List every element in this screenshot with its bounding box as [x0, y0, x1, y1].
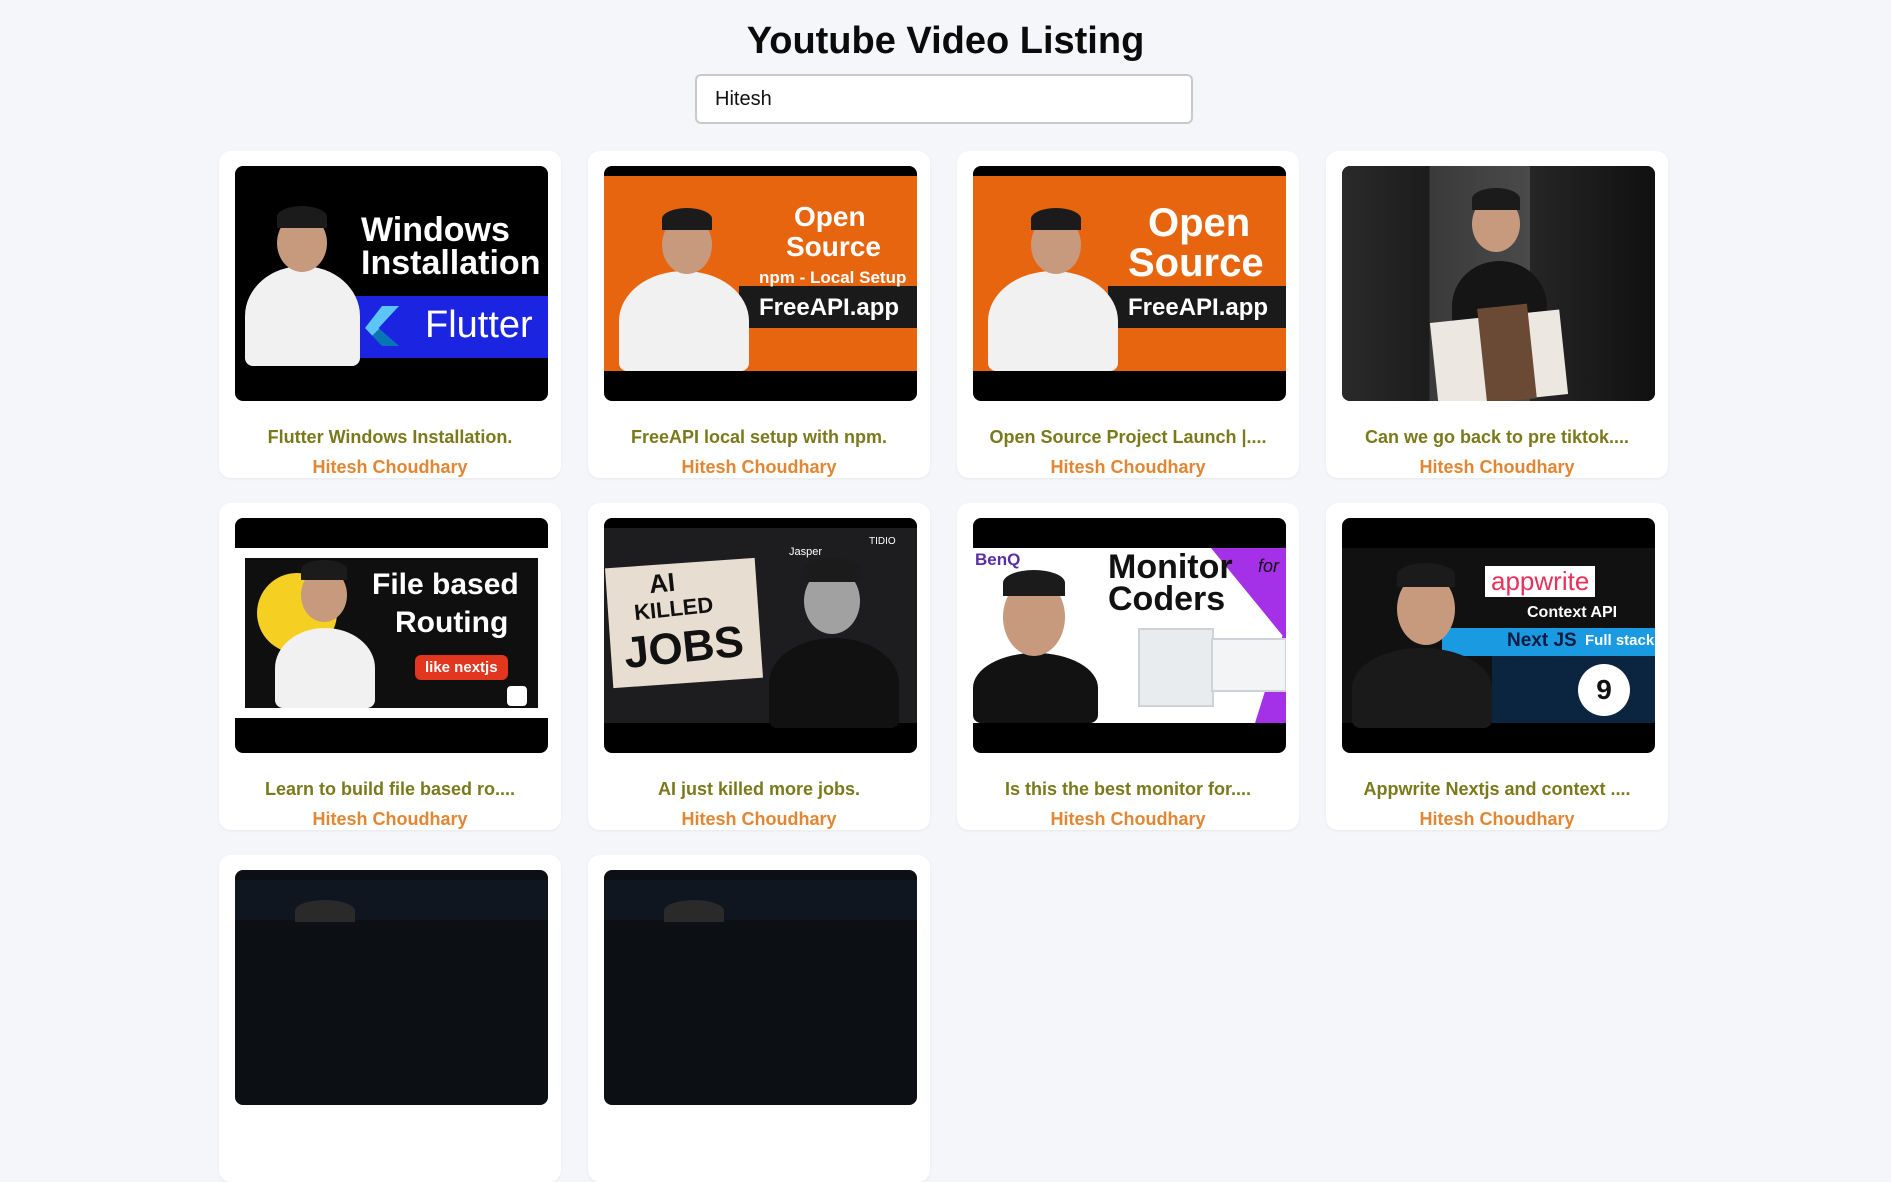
video-title[interactable]: AI just killed more jobs. — [588, 779, 930, 800]
video-grid: Windows Installation Flutter Flutter Win… — [219, 151, 1671, 1182]
video-title[interactable]: Appwrite Nextjs and context .... — [1326, 779, 1668, 800]
thumb-text: Flutter — [425, 304, 533, 346]
video-thumbnail[interactable]: Windows Installation Flutter — [235, 166, 548, 401]
video-title[interactable]: FreeAPI local setup with npm. — [588, 427, 930, 448]
video-card[interactable] — [588, 855, 930, 1182]
video-thumbnail[interactable]: appwrite Context API Next JS Full stack … — [1342, 518, 1655, 753]
channel-name[interactable]: Hitesh Choudhary — [219, 809, 561, 830]
video-thumbnail[interactable] — [604, 870, 917, 1105]
video-title[interactable]: Learn to build file based ro.... — [219, 779, 561, 800]
video-card[interactable]: File based Routing like nextjs Learn to … — [219, 503, 561, 830]
channel-name[interactable]: Hitesh Choudhary — [957, 457, 1299, 478]
video-title[interactable]: Can we go back to pre tiktok.... — [1326, 427, 1668, 448]
video-card[interactable] — [219, 855, 561, 1182]
video-thumbnail[interactable]: Open Source npm - Local Setup FreeAPI.ap… — [604, 166, 917, 401]
channel-name[interactable]: Hitesh Choudhary — [588, 809, 930, 830]
benq-logo-icon: BenQ — [975, 550, 1021, 569]
video-title[interactable]: Open Source Project Launch |.... — [957, 427, 1299, 448]
channel-name[interactable]: Hitesh Choudhary — [1326, 809, 1668, 830]
thumb-text: Open — [794, 201, 866, 232]
channel-name[interactable]: Hitesh Choudhary — [957, 809, 1299, 830]
appwrite-logo-icon: appwrite — [1485, 566, 1596, 597]
thumb-text: Installation — [361, 244, 541, 282]
video-thumbnail[interactable]: AI KILLED JOBS Jasper TIDIO — [604, 518, 917, 753]
thumb-text: npm - Local Setup — [759, 268, 907, 287]
video-card[interactable]: Can we go back to pre tiktok.... Hitesh … — [1326, 151, 1668, 478]
thumb-text: FreeAPI.app — [759, 294, 900, 321]
monitor-icon — [1211, 638, 1286, 692]
video-thumbnail[interactable]: BenQ Monitor Coders for — [973, 518, 1286, 753]
logo-icon — [507, 686, 527, 706]
thumb-text: Routing — [395, 606, 509, 639]
thumb-text: Next JS — [1507, 630, 1577, 651]
thumb-text: Source — [786, 231, 881, 262]
video-thumbnail[interactable]: Open Source FreeAPI.app — [973, 166, 1286, 401]
video-card[interactable]: BenQ Monitor Coders for Is this the best… — [957, 503, 1299, 830]
video-thumbnail[interactable]: File based Routing like nextjs — [235, 518, 548, 753]
video-card[interactable]: Open Source npm - Local Setup FreeAPI.ap… — [588, 151, 930, 478]
video-thumbnail[interactable] — [235, 870, 548, 1105]
thumb-text: File based — [372, 568, 519, 601]
thumb-text: for — [1258, 556, 1280, 576]
video-title[interactable]: Flutter Windows Installation. — [219, 427, 561, 448]
thumb-text: Open — [1148, 201, 1251, 245]
monitor-icon — [1138, 628, 1214, 707]
channel-name[interactable]: Hitesh Choudhary — [1326, 457, 1668, 478]
thumb-text: Context API — [1527, 604, 1618, 621]
channel-name[interactable]: Hitesh Choudhary — [588, 457, 930, 478]
search-input[interactable] — [695, 74, 1193, 124]
video-title[interactable]: Is this the best monitor for.... — [957, 779, 1299, 800]
video-thumbnail[interactable] — [1342, 166, 1655, 401]
thumb-text: FreeAPI.app — [1128, 294, 1269, 321]
video-card[interactable]: Windows Installation Flutter Flutter Win… — [219, 151, 561, 478]
thumb-text: Coders — [1108, 580, 1226, 618]
jasper-logo-icon: Jasper — [789, 546, 823, 558]
tidio-logo-icon: TIDIO — [869, 536, 896, 547]
episode-number-badge: 9 — [1578, 664, 1630, 716]
channel-name[interactable]: Hitesh Choudhary — [219, 457, 561, 478]
thumb-text: like nextjs — [415, 655, 508, 680]
thumb-text: Full stack — [1585, 632, 1655, 649]
thumb-text: Source — [1128, 241, 1264, 285]
video-card[interactable]: AI KILLED JOBS Jasper TIDIO AI just kill… — [588, 503, 930, 830]
video-card[interactable]: appwrite Context API Next JS Full stack … — [1326, 503, 1668, 830]
video-card[interactable]: Open Source FreeAPI.app Open Source Proj… — [957, 151, 1299, 478]
page-title: Youtube Video Listing — [746, 20, 1145, 62]
